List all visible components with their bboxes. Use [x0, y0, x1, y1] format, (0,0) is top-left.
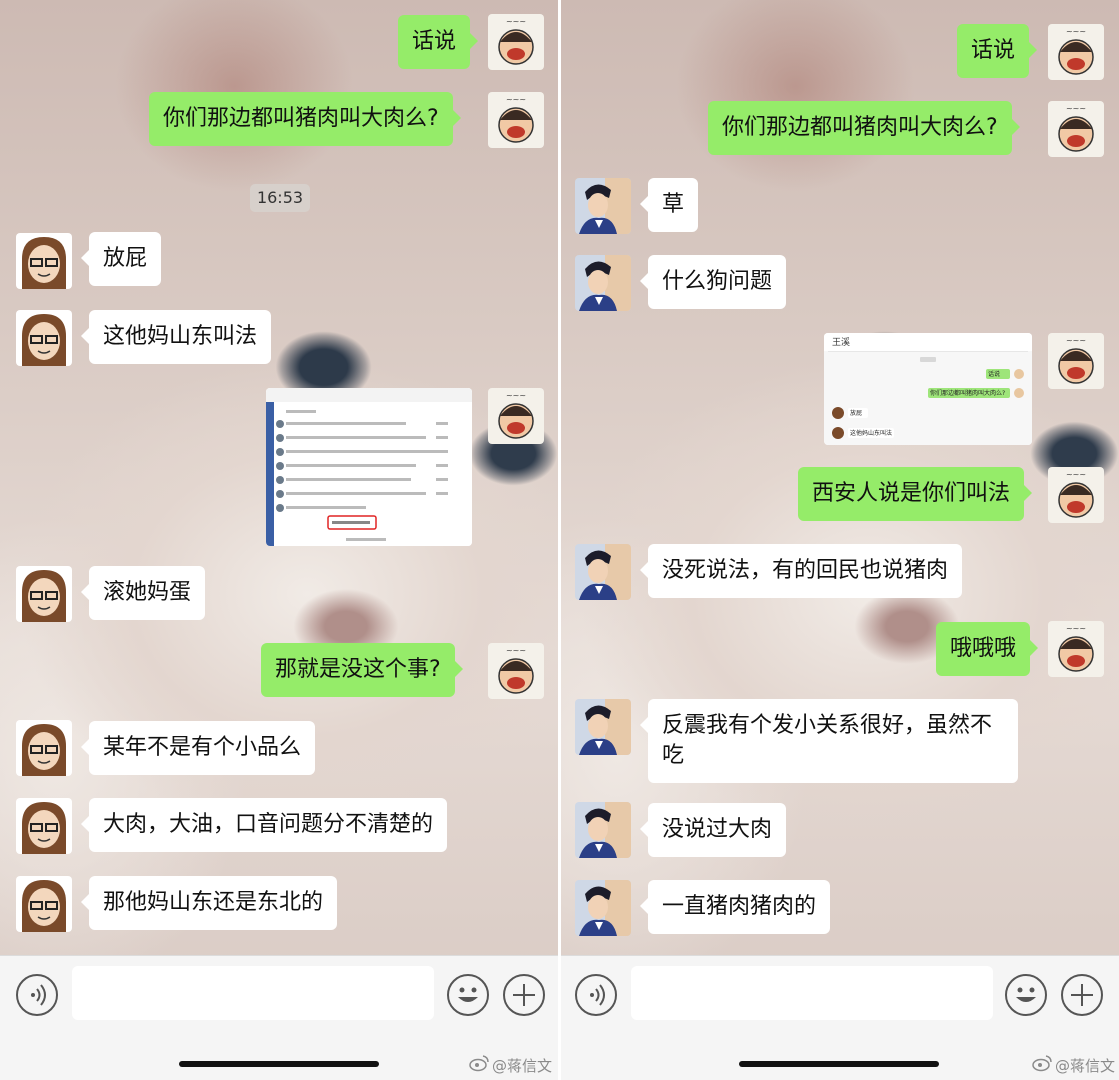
timestamp: 16:53 — [250, 184, 310, 212]
weibo-icon — [468, 1054, 490, 1076]
svg-text:~~~: ~~~ — [1066, 624, 1086, 633]
plus-icon[interactable] — [1061, 974, 1103, 1016]
message-bubble-in[interactable]: 什么狗问题 — [639, 255, 787, 309]
embedded-chat-title: 王溪 — [832, 338, 851, 348]
watermark-text: @蒋信文 — [1055, 1056, 1116, 1075]
message-bubble-in[interactable]: 草 — [639, 178, 699, 232]
image-message-screenshot-chat[interactable]: 王溪 话说 你们那边都叫猪肉叫大肉么? 放屁 这他妈山东叫法 — [824, 333, 1032, 445]
message-bubble-out[interactable]: 哦哦哦 — [936, 622, 1039, 676]
watermark: @蒋信文 — [468, 1054, 552, 1076]
embedded-chat-row: 你们那边都叫猪肉叫大肉么? — [930, 390, 1006, 397]
svg-text:~~~: ~~~ — [506, 646, 526, 655]
svg-text:~~~: ~~~ — [506, 95, 526, 104]
voice-icon[interactable] — [16, 974, 58, 1016]
home-indicator — [179, 1061, 379, 1067]
self-avatar[interactable]: ~~~ — [1048, 467, 1104, 523]
message-bubble-out[interactable]: 那就是没这个事? — [261, 643, 463, 697]
message-bubble-in[interactable]: 那他妈山东还是东北的 — [80, 876, 338, 930]
contact-avatar[interactable] — [575, 699, 631, 755]
watermark: @蒋信文 — [1031, 1054, 1115, 1076]
self-avatar[interactable]: ~~~ — [1048, 333, 1104, 389]
contact-avatar[interactable] — [575, 255, 631, 311]
voice-icon[interactable] — [575, 974, 617, 1016]
image-message-screenshot-comments[interactable] — [266, 388, 472, 546]
contact-avatar[interactable] — [16, 720, 72, 776]
self-avatar[interactable]: ~~~ — [1048, 621, 1104, 677]
message-bubble-in[interactable]: 反震我有个发小关系很好，虽然不 吃 — [640, 699, 1018, 783]
contact-avatar[interactable] — [575, 544, 631, 600]
embedded-chat-row: 放屁 — [850, 410, 863, 417]
self-avatar[interactable]: ~~~ — [1048, 101, 1104, 157]
plus-icon[interactable] — [503, 974, 545, 1016]
message-bubble-in[interactable]: 某年不是有个小品么 — [80, 721, 316, 775]
contact-avatar[interactable] — [575, 880, 631, 936]
emoji-icon[interactable] — [1005, 974, 1047, 1016]
svg-text:~~~: ~~~ — [506, 391, 526, 400]
chat-panel-right: 话说 ~~~ 你们那边都叫猪肉叫大肉么? ~~~ 草 王溪 话说 你们那边都叫猪… — [561, 0, 1119, 1080]
embedded-chat-row: 这他妈山东叫法 — [850, 430, 893, 437]
contact-avatar[interactable] — [575, 178, 631, 234]
chat-panel-left: 话说 ~~~ 你们那边都叫猪肉叫大肉么? ~~~ 16:53 放屁 这他妈山东叫… — [0, 0, 558, 1080]
message-bubble-out[interactable]: 话说 — [957, 24, 1038, 78]
watermark-text: @蒋信文 — [492, 1056, 553, 1075]
self-avatar[interactable]: ~~~ — [488, 92, 544, 148]
contact-avatar[interactable] — [16, 566, 72, 622]
message-bubble-in[interactable]: 一直猪肉猪肉的 — [639, 880, 831, 934]
contact-avatar[interactable] — [16, 310, 72, 366]
message-bubble-in[interactable]: 大肉，大油，口音问题分不清楚的 — [80, 798, 448, 852]
self-avatar[interactable]: ~~~ — [488, 14, 544, 70]
message-bubble-in[interactable]: 滚她妈蛋 — [80, 566, 206, 620]
svg-text:~~~: ~~~ — [506, 17, 526, 26]
svg-text:~~~: ~~~ — [1066, 470, 1086, 479]
self-avatar[interactable]: ~~~ — [488, 388, 544, 444]
message-input[interactable] — [72, 966, 434, 1020]
emoji-icon[interactable] — [447, 974, 489, 1016]
embedded-chat-row: 话说 — [988, 371, 1001, 378]
message-bubble-out[interactable]: 西安人说是你们叫法 — [798, 467, 1033, 521]
weibo-icon — [1031, 1054, 1053, 1076]
message-bubble-out[interactable]: 话说 — [398, 15, 479, 69]
contact-avatar[interactable] — [16, 233, 72, 289]
contact-avatar[interactable] — [16, 876, 72, 932]
message-input[interactable] — [631, 966, 993, 1020]
self-avatar[interactable]: ~~~ — [488, 643, 544, 699]
message-bubble-out[interactable]: 你们那边都叫猪肉叫大肉么? — [149, 92, 461, 146]
message-bubble-in[interactable]: 放屁 — [80, 232, 162, 286]
message-bubble-in[interactable]: 这他妈山东叫法 — [80, 310, 272, 364]
message-bubble-out[interactable]: 你们那边都叫猪肉叫大肉么? — [708, 101, 1020, 155]
svg-text:~~~: ~~~ — [1066, 336, 1086, 345]
svg-text:~~~: ~~~ — [1066, 104, 1086, 113]
message-bubble-in[interactable]: 没说过大肉 — [639, 803, 787, 857]
message-bubble-in[interactable]: 没死说法，有的回民也说猪肉 — [639, 544, 963, 598]
svg-text:~~~: ~~~ — [1066, 27, 1086, 36]
home-indicator — [739, 1061, 939, 1067]
self-avatar[interactable]: ~~~ — [1048, 24, 1104, 80]
contact-avatar[interactable] — [575, 802, 631, 858]
contact-avatar[interactable] — [16, 798, 72, 854]
